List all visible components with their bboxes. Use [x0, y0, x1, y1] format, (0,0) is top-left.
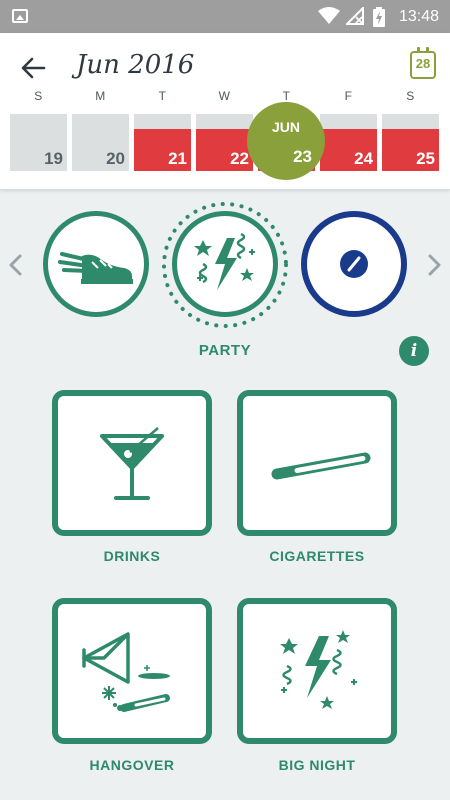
- weekday-label: M: [95, 89, 106, 103]
- category-party[interactable]: [172, 211, 278, 317]
- calendar-header: Jun 2016 28 S M T W T F S 19 20 21 22 24…: [0, 33, 450, 190]
- tile-drinks[interactable]: [52, 390, 212, 536]
- weekday-label: F: [344, 89, 353, 103]
- weekday-label: T: [282, 89, 291, 103]
- day-cell[interactable]: 25: [382, 114, 439, 171]
- no-signal-icon: [346, 7, 364, 25]
- weekday-label: W: [218, 89, 231, 103]
- day-number: 24: [354, 149, 373, 168]
- pill-icon: [340, 250, 368, 278]
- day-cell[interactable]: 21: [134, 114, 191, 171]
- cigarette-icon: [271, 452, 371, 480]
- image-icon: [12, 9, 28, 23]
- tile-hangover[interactable]: [52, 598, 212, 744]
- today-month: JUN: [271, 119, 300, 135]
- tile-label-cigarettes: CIGARETTES: [269, 548, 365, 564]
- winged-shoe-icon: [58, 252, 133, 284]
- chevron-right-icon[interactable]: [424, 253, 444, 277]
- weekday-label: S: [406, 89, 415, 103]
- day-cell[interactable]: 20: [72, 114, 129, 171]
- day-number: 20: [106, 149, 125, 168]
- week-days: 19 20 21 22 24 25: [10, 114, 440, 171]
- category-exercise[interactable]: [43, 211, 149, 317]
- day-cell[interactable]: 19: [10, 114, 67, 171]
- status-clock: 13:48: [398, 8, 439, 25]
- status-bar: 13:48: [0, 0, 450, 33]
- hangover-icon: [82, 632, 170, 712]
- category-label: PARTY: [198, 342, 252, 359]
- month-title: Jun 2016: [76, 50, 195, 80]
- tile-label-hangover: HANGOVER: [89, 757, 175, 773]
- wifi-icon: [318, 7, 340, 24]
- weekday-label: S: [34, 89, 43, 103]
- martini-icon: [100, 427, 164, 500]
- info-icon[interactable]: i: [399, 336, 429, 366]
- arrow-left-icon[interactable]: [18, 53, 52, 83]
- tile-big-night[interactable]: [237, 598, 397, 744]
- day-number: 22: [230, 149, 249, 168]
- day-number: 21: [168, 149, 187, 168]
- day-cell[interactable]: 22: [196, 114, 253, 171]
- day-cell[interactable]: 24: [320, 114, 377, 171]
- weekday-label: T: [158, 89, 167, 103]
- party-streamer-icon: [194, 232, 255, 290]
- tile-cigarettes[interactable]: [237, 390, 397, 536]
- day-number: 25: [416, 149, 435, 168]
- tile-label-drinks: DRINKS: [103, 548, 161, 564]
- calendar-icon[interactable]: 28: [410, 47, 436, 79]
- today-day: 23: [293, 147, 312, 166]
- chevron-left-icon[interactable]: [6, 253, 26, 277]
- big-night-icon: [280, 630, 357, 709]
- today-marker[interactable]: JUN 23: [247, 102, 325, 180]
- day-number: 19: [44, 149, 63, 168]
- tile-label-big-night: BIG NIGHT: [278, 757, 356, 773]
- battery-charging-icon: [373, 7, 385, 27]
- weekday-row: S M T W T F S: [10, 89, 440, 105]
- category-medication[interactable]: [301, 211, 407, 317]
